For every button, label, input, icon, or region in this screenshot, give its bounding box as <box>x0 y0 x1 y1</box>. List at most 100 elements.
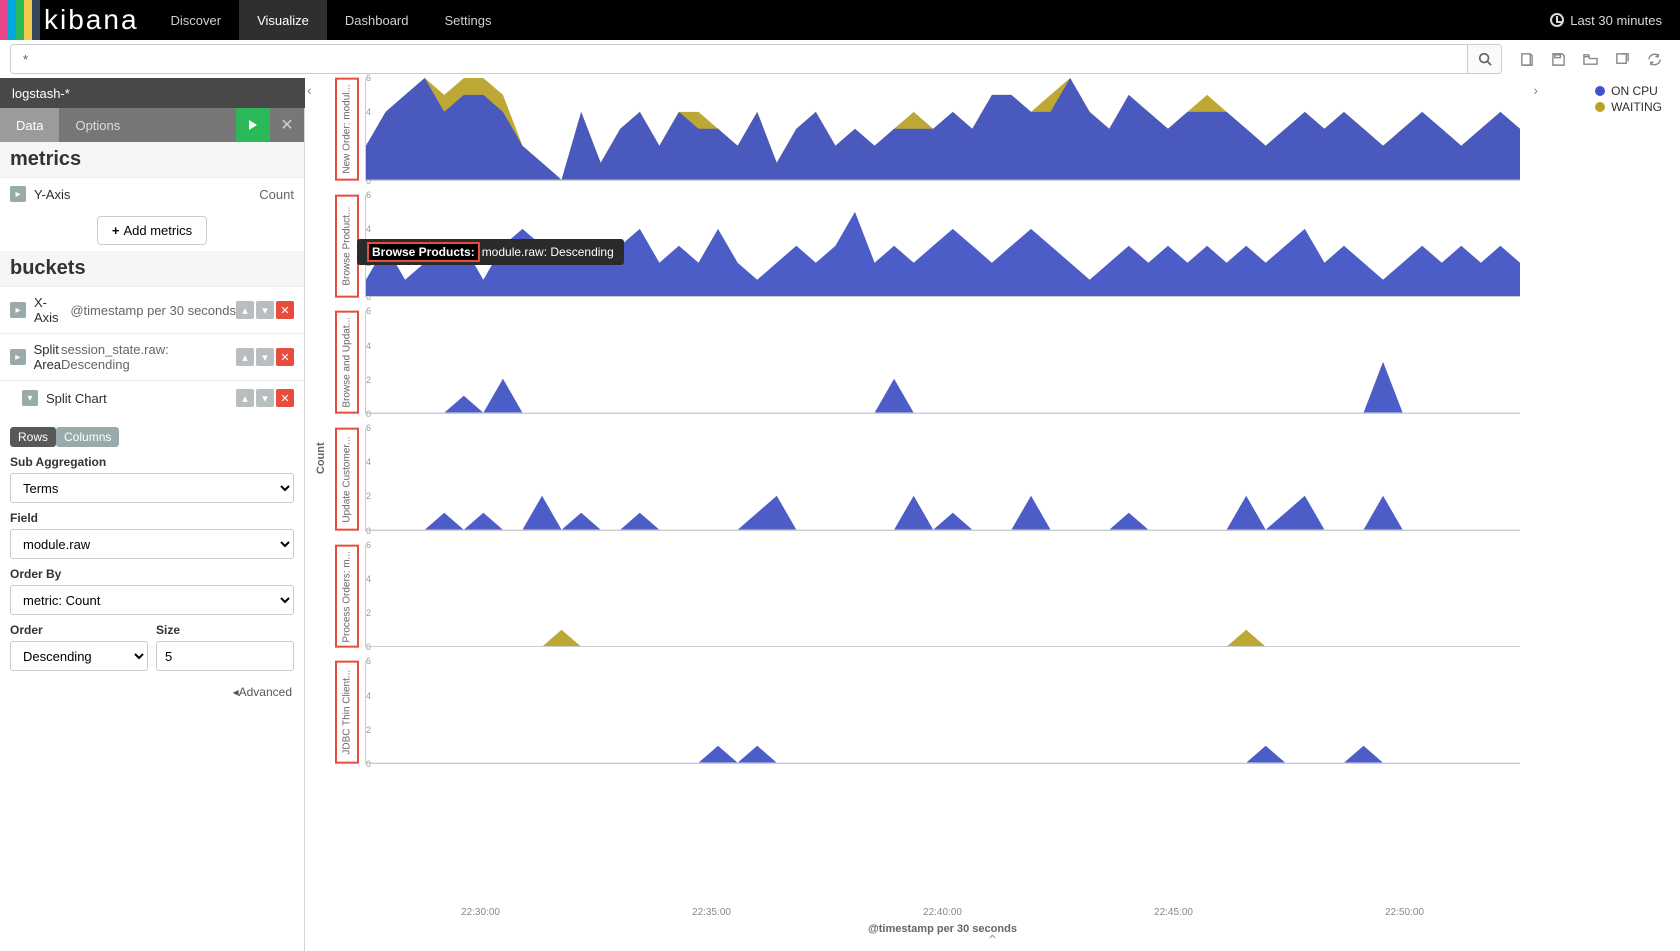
move-up-button[interactable]: ▴ <box>236 348 254 366</box>
next-page-icon[interactable]: › <box>1533 82 1538 98</box>
field-select[interactable]: module.raw <box>10 529 294 559</box>
bucket-label: Split Area <box>34 342 61 372</box>
order-label: Order <box>10 623 148 637</box>
nav-visualize[interactable]: Visualize <box>239 0 327 40</box>
bucket-row[interactable]: ▾Split Chart▴▾✕ <box>0 380 304 415</box>
panel-label: Browse Product... <box>335 195 359 298</box>
add-metrics-label: Add metrics <box>123 223 192 238</box>
size-input[interactable] <box>156 641 294 671</box>
main-nav: DiscoverVisualizeDashboardSettings <box>153 0 510 40</box>
move-down-button[interactable]: ▾ <box>256 301 274 319</box>
plot-area[interactable] <box>365 661 1520 764</box>
move-up-button[interactable]: ▴ <box>236 389 254 407</box>
nav-dashboard[interactable]: Dashboard <box>327 0 427 40</box>
metric-row-yaxis[interactable]: ▸ Y-Axis Count <box>0 177 304 210</box>
move-down-button[interactable]: ▾ <box>256 389 274 407</box>
order-select[interactable]: Descending <box>10 641 148 671</box>
chart-panel: Browse and Updat...0246 <box>335 311 1520 428</box>
move-up-button[interactable]: ▴ <box>236 301 254 319</box>
brand: kibana <box>0 0 153 40</box>
bucket-value: session_state.raw: Descending <box>61 342 236 372</box>
toolbar-icons <box>1510 45 1670 73</box>
save-icon[interactable] <box>1542 45 1574 73</box>
nav-discover[interactable]: Discover <box>153 0 240 40</box>
bucket-label: Split Chart <box>46 391 236 406</box>
y-axis-label: Count <box>315 442 327 474</box>
sidebar-tab-options[interactable]: Options <box>59 108 136 142</box>
plot-area[interactable] <box>365 428 1520 531</box>
plot-area[interactable] <box>365 78 1520 181</box>
plot-area[interactable] <box>365 311 1520 414</box>
chart-tooltip: Browse Products:module.raw: Descending <box>357 239 624 265</box>
expand-caret-icon[interactable]: ⌃ <box>987 932 999 949</box>
split-chart-form: RowsColumns Sub Aggregation Terms Field … <box>0 415 304 679</box>
time-range-label: Last 30 minutes <box>1570 13 1662 28</box>
bucket-row[interactable]: ▸ Split Areasession_state.raw: Descending… <box>0 333 304 380</box>
metric-label: Y-Axis <box>34 187 259 202</box>
chart-panel: Update Customer...0246 <box>335 428 1520 545</box>
visualization: ‹ › ON CPU WAITING Count New Order: modul… <box>305 78 1680 951</box>
new-icon[interactable] <box>1510 45 1542 73</box>
bucket-row[interactable]: ▸ X-Axis@timestamp per 30 seconds▴▾✕ <box>0 286 304 333</box>
time-picker[interactable]: Last 30 minutes <box>1532 0 1680 40</box>
remove-button[interactable]: ✕ <box>276 348 294 366</box>
rows-columns-toggle[interactable]: RowsColumns <box>10 427 119 447</box>
plot-area[interactable] <box>365 545 1520 648</box>
columns-pill[interactable]: Columns <box>56 427 119 447</box>
buckets-heading: buckets <box>0 251 304 286</box>
sub-aggregation-select[interactable]: Terms <box>10 473 294 503</box>
chevron-icon: ▸ <box>10 349 26 365</box>
x-axis-label: @timestamp per 30 seconds <box>365 923 1520 935</box>
open-icon[interactable] <box>1574 45 1606 73</box>
add-metrics-button[interactable]: Add metrics <box>97 216 207 245</box>
size-label: Size <box>156 623 294 637</box>
remove-button[interactable]: ✕ <box>276 301 294 319</box>
move-down-button[interactable]: ▾ <box>256 348 274 366</box>
work-area: logstash-* DataOptions ✕ metrics ▸ Y-Axi… <box>0 78 1680 951</box>
discard-button[interactable]: ✕ <box>270 108 304 142</box>
panel-label: Browse and Updat... <box>335 311 359 414</box>
sidebar-body: metrics ▸ Y-Axis Count Add metrics bucke… <box>0 142 304 951</box>
search-button[interactable] <box>1467 45 1501 73</box>
prev-page-icon[interactable]: ‹ <box>307 82 312 98</box>
query-box <box>10 44 1502 74</box>
sidebar-tab-data[interactable]: Data <box>0 108 59 142</box>
rows-pill[interactable]: Rows <box>10 427 56 447</box>
panel-label: Process Orders: m... <box>335 545 359 648</box>
bucket-label: X-Axis <box>34 295 70 325</box>
share-icon[interactable] <box>1606 45 1638 73</box>
chart-panel: New Order: modul...0246 <box>335 78 1520 195</box>
chevron-right-icon: ▸ <box>10 186 26 202</box>
advanced-toggle[interactable]: Advanced <box>0 679 304 705</box>
chart-panel: Process Orders: m...0246 <box>335 545 1520 662</box>
legend-item[interactable]: WAITING <box>1595 100 1662 114</box>
legend-label: ON CPU <box>1611 84 1658 98</box>
query-input[interactable] <box>11 45 1467 73</box>
panel-label: JDBC Thin Client... <box>335 661 359 764</box>
brand-stripes <box>0 0 40 40</box>
clock-icon <box>1550 13 1564 27</box>
x-tick: 22:40:00 <box>923 907 962 918</box>
chevron-icon: ▸ <box>10 302 26 318</box>
brand-name: kibana <box>44 4 139 36</box>
legend-swatch <box>1595 102 1605 112</box>
nav-settings[interactable]: Settings <box>427 0 510 40</box>
legend-item[interactable]: ON CPU <box>1595 84 1662 98</box>
legend: ON CPU WAITING <box>1595 84 1662 116</box>
remove-button[interactable]: ✕ <box>276 389 294 407</box>
metrics-heading: metrics <box>0 142 304 177</box>
top-bar: kibana DiscoverVisualizeDashboardSetting… <box>0 0 1680 40</box>
metric-value: Count <box>259 187 294 202</box>
index-pattern-title[interactable]: logstash-* <box>0 78 305 108</box>
chart-panel: JDBC Thin Client...0246 <box>335 661 1520 778</box>
x-tick: 22:50:00 <box>1385 907 1424 918</box>
field-label: Field <box>10 511 294 525</box>
orderby-select[interactable]: metric: Count <box>10 585 294 615</box>
x-axis: 22:30:0022:35:0022:40:0022:45:0022:50:00… <box>365 907 1520 931</box>
bucket-value: @timestamp per 30 seconds <box>70 303 236 318</box>
x-tick: 22:35:00 <box>692 907 731 918</box>
orderby-label: Order By <box>10 567 294 581</box>
sidebar-tabs: DataOptions ✕ <box>0 108 304 142</box>
apply-button[interactable] <box>236 108 270 142</box>
refresh-icon[interactable] <box>1638 45 1670 73</box>
